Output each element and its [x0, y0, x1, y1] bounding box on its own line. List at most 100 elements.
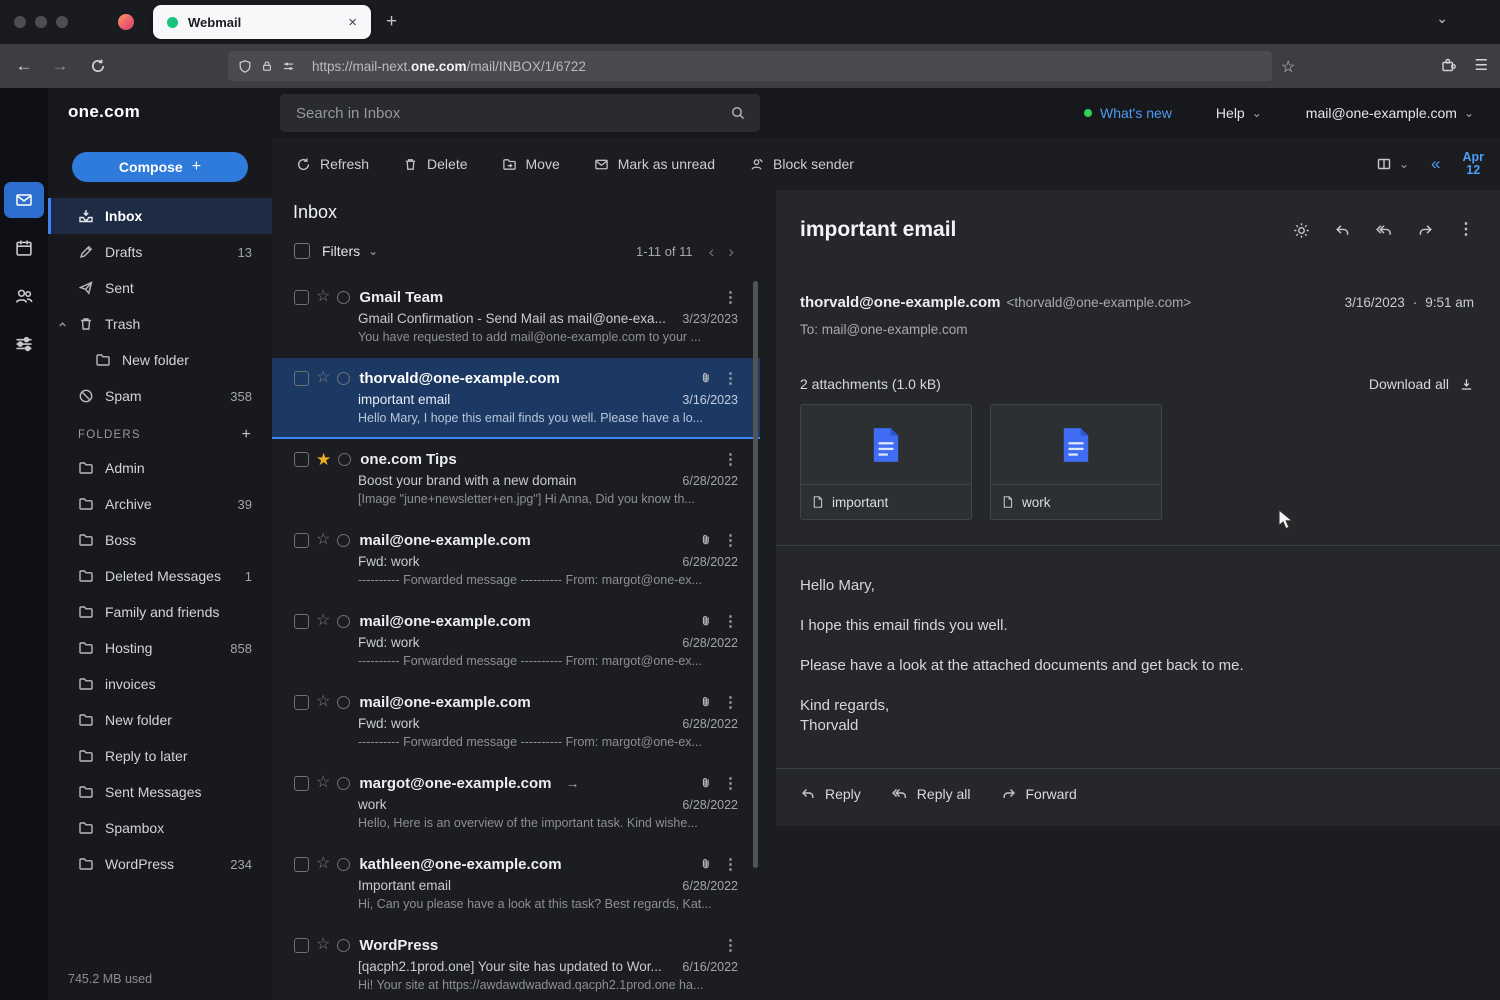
sidebar-folder-invoices[interactable]: invoices [48, 666, 272, 702]
window-close-button[interactable] [14, 16, 26, 28]
email-list-item[interactable]: ☆ Gmail Team ⋮ Gmail Confirmation - Send… [272, 277, 760, 358]
one-com-logo[interactable]: one.com [68, 102, 140, 122]
sidebar-item-sent[interactable]: Sent [48, 270, 272, 306]
reload-button[interactable] [84, 54, 112, 78]
sidebar-item-inbox[interactable]: Inbox [48, 198, 272, 234]
lock-icon[interactable] [261, 59, 273, 73]
account-menu[interactable]: mail@one-example.com ⌄ [1306, 105, 1474, 121]
kebab-menu-icon[interactable]: ⋮ [723, 857, 738, 872]
read-indicator[interactable] [337, 777, 350, 790]
next-page-icon[interactable]: › [728, 243, 734, 260]
reply-all-icon[interactable] [1375, 222, 1393, 239]
kebab-menu-icon[interactable]: ⋮ [1458, 222, 1474, 238]
sidebar-folder-spambox[interactable]: Spambox [48, 810, 272, 846]
sidebar-folder-wordpress[interactable]: WordPress234 [48, 846, 272, 882]
email-list-item[interactable]: ☆ mail@one-example.com ⋮ Fwd: work6/28/2… [272, 520, 760, 601]
email-checkbox[interactable] [294, 371, 309, 386]
email-list-item-selected[interactable]: ☆ thorvald@one-example.com ⋮ important e… [272, 358, 760, 439]
compose-button[interactable]: Compose + [72, 152, 248, 182]
rail-settings-button[interactable] [14, 334, 34, 354]
star-filled-icon[interactable]: ★ [316, 451, 331, 468]
extensions-icon[interactable] [1440, 57, 1456, 73]
search-icon[interactable] [730, 105, 746, 121]
email-checkbox[interactable] [294, 695, 309, 710]
reply-icon[interactable] [1334, 222, 1351, 239]
download-all-button[interactable]: Download all [1369, 376, 1474, 392]
sidebar-folder-family-and-friends[interactable]: Family and friends [48, 594, 272, 630]
star-icon[interactable]: ☆ [316, 775, 330, 791]
light-mode-icon[interactable] [1293, 222, 1310, 239]
kebab-menu-icon[interactable]: ⋮ [723, 533, 738, 548]
filters-button[interactable]: Filters [322, 243, 360, 259]
tab-close-icon[interactable]: × [344, 13, 361, 32]
read-indicator[interactable] [337, 534, 350, 547]
refresh-button[interactable]: Refresh [296, 156, 369, 172]
sidebar-folder-archive[interactable]: Archive39 [48, 486, 272, 522]
read-indicator[interactable] [337, 939, 350, 952]
prev-page-icon[interactable]: ‹ [709, 243, 715, 260]
search-bar[interactable] [280, 94, 760, 132]
reply-all-button[interactable]: Reply all [891, 786, 971, 802]
email-checkbox[interactable] [294, 452, 309, 467]
delete-button[interactable]: Delete [403, 156, 467, 172]
read-indicator[interactable] [337, 696, 350, 709]
search-input[interactable] [296, 105, 730, 122]
window-zoom-button[interactable] [56, 16, 68, 28]
star-icon[interactable]: ☆ [316, 937, 330, 953]
list-all-tabs-icon[interactable]: ⌄ [1436, 10, 1448, 27]
attachment-card[interactable]: work [990, 404, 1162, 520]
sidebar-item-spam[interactable]: Spam 358 [48, 378, 272, 414]
reply-button[interactable]: Reply [800, 786, 861, 802]
rail-calendar-button[interactable] [14, 238, 34, 258]
select-all-checkbox[interactable] [294, 243, 310, 259]
back-button[interactable]: ← [10, 54, 38, 78]
browser-tab[interactable]: Webmail × [153, 5, 371, 39]
forward-button[interactable]: Forward [1001, 786, 1077, 802]
star-icon[interactable]: ☆ [316, 532, 330, 548]
kebab-menu-icon[interactable]: ⋮ [723, 695, 738, 710]
collapse-caret-icon[interactable] [57, 319, 68, 330]
sidebar-item-trash-new-folder[interactable]: New folder [48, 342, 272, 378]
sidebar-folder-new-folder[interactable]: New folder [48, 702, 272, 738]
sidebar-item-drafts[interactable]: Drafts 13 [48, 234, 272, 270]
kebab-menu-icon[interactable]: ⋮ [723, 371, 738, 386]
sidebar-folder-boss[interactable]: Boss [48, 522, 272, 558]
email-list-item[interactable]: ☆ mail@one-example.com ⋮ Fwd: work6/28/2… [272, 682, 760, 763]
rail-mail-button[interactable] [4, 182, 44, 218]
whats-new-link[interactable]: What's new [1084, 105, 1172, 121]
email-list-item[interactable]: ☆ kathleen@one-example.com ⋮ Important e… [272, 844, 760, 925]
email-checkbox[interactable] [294, 533, 309, 548]
site-permissions-icon[interactable] [282, 60, 295, 73]
rail-contacts-button[interactable] [14, 286, 34, 306]
block-sender-button[interactable]: Block sender [749, 156, 854, 172]
sidebar-folder-admin[interactable]: Admin [48, 450, 272, 486]
attachment-card[interactable]: important [800, 404, 972, 520]
sidebar-folder-hosting[interactable]: Hosting858 [48, 630, 272, 666]
date-badge[interactable]: Apr 12 [1462, 151, 1484, 177]
kebab-menu-icon[interactable]: ⋮ [723, 614, 738, 629]
move-button[interactable]: Move [502, 156, 560, 172]
forward-button[interactable]: → [46, 54, 74, 78]
forward-icon[interactable] [1417, 222, 1434, 239]
kebab-menu-icon[interactable]: ⋮ [723, 290, 738, 305]
read-indicator[interactable] [337, 372, 350, 385]
star-icon[interactable]: ☆ [316, 289, 330, 305]
bookmark-star-icon[interactable]: ☆ [1281, 57, 1295, 77]
read-indicator[interactable] [337, 291, 350, 304]
read-indicator[interactable] [337, 858, 350, 871]
email-list-item[interactable]: ☆ WordPress ⋮ [qacph2.1prod.one] Your si… [272, 925, 760, 1000]
mark-as-unread-button[interactable]: Mark as unread [594, 156, 715, 172]
window-minimize-button[interactable] [35, 16, 47, 28]
read-indicator[interactable] [338, 453, 351, 466]
email-list-item[interactable]: ★ one.com Tips ⋮ Boost your brand with a… [272, 439, 760, 520]
read-indicator[interactable] [337, 615, 350, 628]
collapse-pane-icon[interactable]: « [1431, 154, 1440, 174]
kebab-menu-icon[interactable]: ⋮ [723, 776, 738, 791]
menu-hamburger-icon[interactable]: ☰ [1475, 56, 1488, 74]
sender-name[interactable]: thorvald@one-example.com [800, 294, 1001, 311]
tracking-shield-icon[interactable] [238, 59, 252, 74]
url-bar[interactable]: https://mail-next.one.com/mail/INBOX/1/6… [228, 51, 1272, 81]
star-icon[interactable]: ☆ [316, 613, 330, 629]
email-checkbox[interactable] [294, 614, 309, 629]
new-tab-button[interactable]: + [386, 9, 397, 35]
